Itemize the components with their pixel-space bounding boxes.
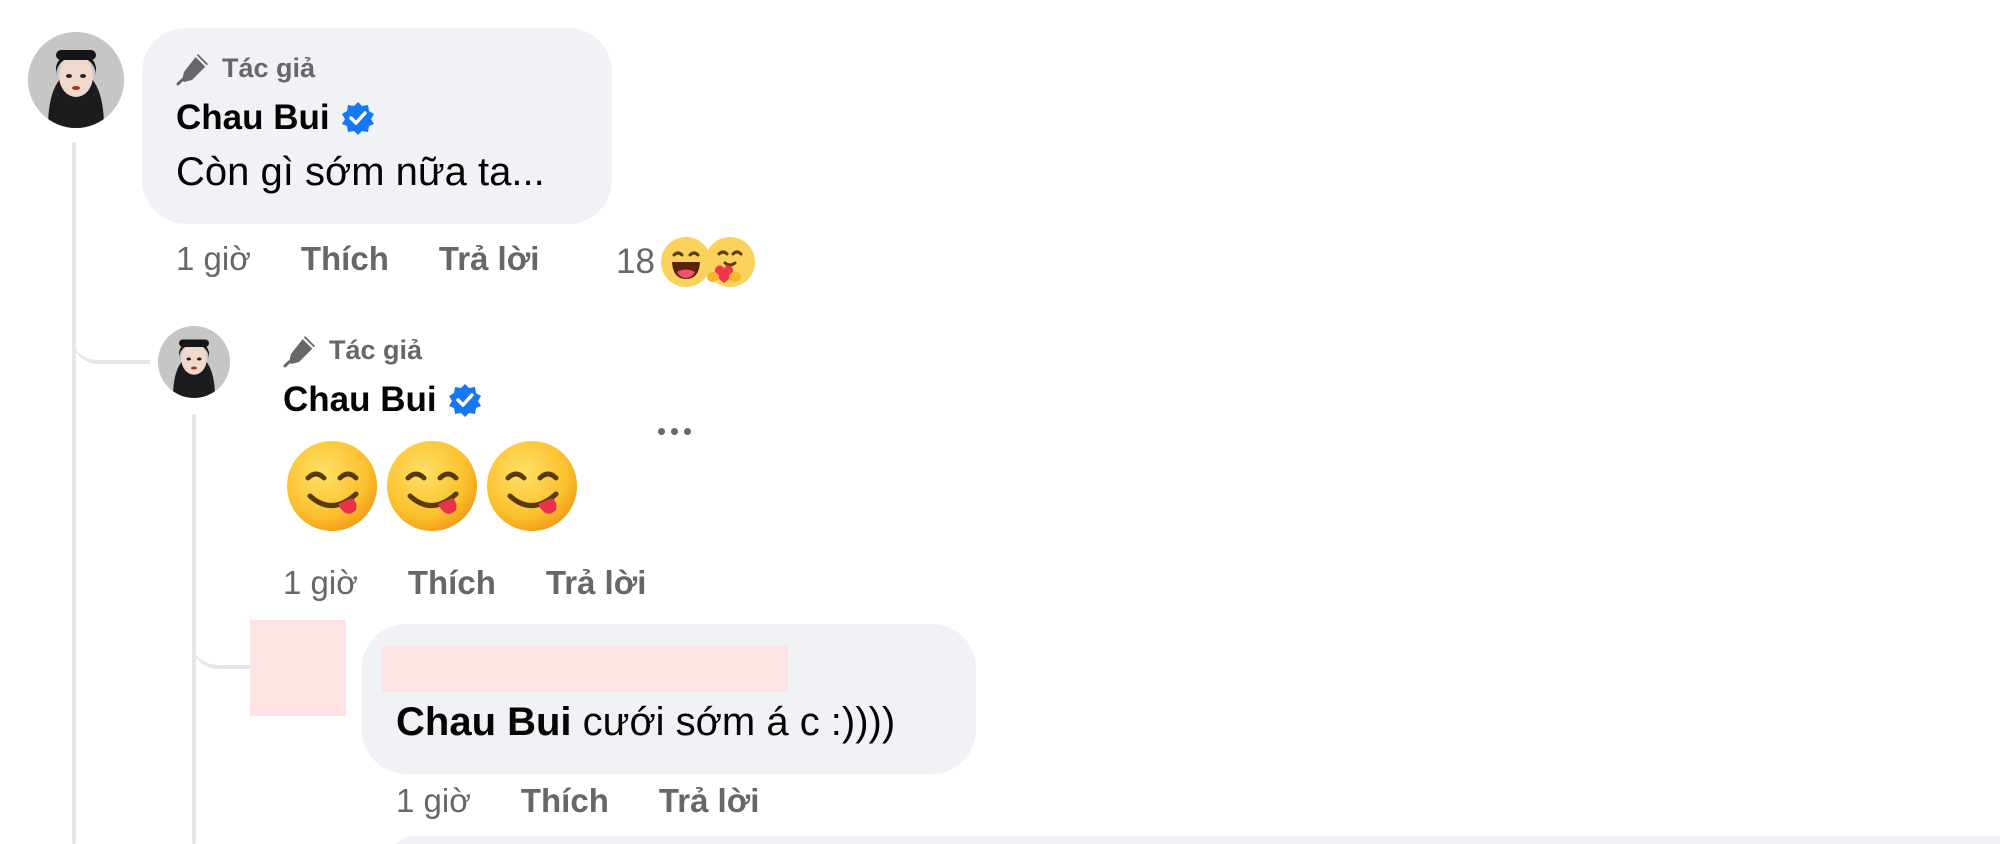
yum-face-icon (287, 441, 377, 531)
microphone-icon (283, 336, 315, 368)
yum-face-icon (387, 441, 477, 531)
reply-button[interactable]: Trả lời (659, 782, 760, 820)
like-button[interactable]: Thích (408, 564, 496, 602)
author-badge: Tác giả (176, 50, 315, 86)
author-badge-label: Tác giả (222, 52, 316, 83)
verified-badge-icon (448, 384, 481, 417)
yum-face-icon (487, 441, 577, 531)
reaction-count: 18 (616, 242, 655, 281)
mentioned-user-link[interactable]: Chau Bui (396, 700, 572, 744)
commenter-name-row: Chau Bui (176, 98, 376, 138)
comment-body: cưới sớm á c :)))) (571, 700, 896, 744)
commenter-name[interactable]: Chau Bui (283, 380, 437, 420)
like-button[interactable]: Thích (521, 782, 609, 820)
more-options-icon[interactable] (658, 428, 691, 435)
care-icon (704, 237, 755, 287)
comment-text: Chau Bui cưới sớm á c :)))) (396, 700, 895, 745)
avatar[interactable] (158, 326, 230, 398)
microphone-icon (176, 54, 208, 86)
comment-time[interactable]: 1 giờ (176, 240, 251, 278)
author-badge: Tác giả (283, 332, 422, 368)
comment-time[interactable]: 1 giờ (283, 564, 358, 602)
verified-badge-icon (341, 102, 374, 135)
thread-connector-reply-1 (72, 300, 150, 364)
redacted-commenter-name (382, 646, 788, 692)
comment-actions: 1 giờ Thích Trả lời (396, 782, 809, 820)
commenter-name-row: Chau Bui (283, 380, 483, 420)
next-comment-bubble (386, 836, 2000, 844)
like-button[interactable]: Thích (301, 240, 389, 278)
reaction-summary[interactable]: 18 (616, 235, 757, 289)
comment-actions: 1 giờ Thích Trả lời (176, 240, 589, 278)
redacted-avatar (250, 620, 346, 716)
reply-button[interactable]: Trả lời (439, 240, 540, 278)
thread-line-main (72, 142, 76, 844)
comment-thread: Tác giả Chau Bui Còn gì sớm nữa ta... 1 … (0, 0, 2000, 844)
commenter-name[interactable]: Chau Bui (176, 98, 330, 138)
comment-text: Còn gì sớm nữa ta... (176, 150, 545, 194)
reply-button[interactable]: Trả lời (546, 564, 647, 602)
avatar[interactable] (28, 32, 124, 128)
comment-time[interactable]: 1 giờ (396, 782, 471, 820)
thread-connector-reply-2 (192, 620, 250, 669)
comment-actions: 1 giờ Thích Trả lời (283, 564, 696, 602)
author-badge-label: Tác giả (329, 334, 423, 365)
